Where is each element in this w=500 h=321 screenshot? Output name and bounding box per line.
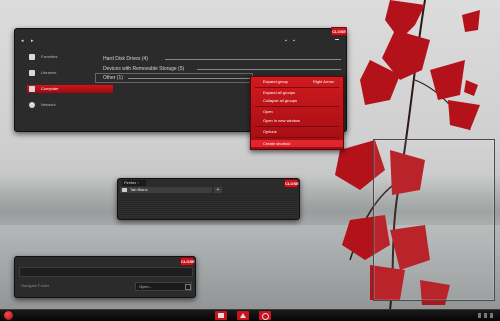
browser-tab[interactable]: Tab Blanc: [120, 187, 212, 193]
group-header-hard-disk-drives[interactable]: Hard Disk Drives (4): [103, 56, 148, 62]
dialog-address-bar[interactable]: [19, 267, 193, 277]
navigate-folder-label: Navigate Folder: [21, 283, 50, 288]
computer-icon: [29, 86, 35, 92]
menu-item-label: Collapse all groups: [263, 98, 298, 103]
group-divider: [165, 59, 341, 60]
taskbar-firefox-button[interactable]: [259, 311, 271, 320]
menu-item-label: Expand all groups: [263, 90, 296, 95]
group-focus-rectangle: [95, 73, 253, 83]
back-button[interactable]: ◂: [21, 38, 24, 44]
sidebar-item-network[interactable]: Network: [27, 101, 113, 109]
menu-item-expand-all-groups[interactable]: Expand all groups: [251, 89, 343, 96]
menu-item-label: Open in new window: [263, 118, 300, 123]
sidebar-item-label: Computer: [41, 86, 59, 91]
file-dialog-window: CLOSE Navigate Folder Open...: [14, 256, 196, 298]
folder-icon: [218, 313, 224, 318]
star-icon: [29, 54, 35, 60]
browser-tab-label: Tab Blanc: [130, 187, 148, 192]
tray-icon: [478, 313, 481, 318]
menu-item-expand-group[interactable]: Expand group Right Arrow: [251, 78, 343, 85]
transparent-gadget-frame: [373, 139, 495, 301]
taskbar-app-button[interactable]: [237, 311, 249, 320]
explorer-close-button[interactable]: CLOSE: [331, 27, 347, 36]
view-options-button[interactable]: ▪: [285, 38, 287, 44]
tray-icon: [490, 313, 493, 318]
sidebar-item-label: Favorites: [41, 54, 58, 59]
library-icon: [29, 70, 35, 76]
menu-separator: [255, 106, 339, 107]
chevron-down-icon: ▾: [137, 180, 140, 185]
page-icon: [122, 188, 127, 192]
menu-item-create-shortcut[interactable]: Create shortcut: [251, 140, 343, 147]
sidebar-item-favorites[interactable]: Favorites: [27, 53, 113, 61]
firefox-menu-label: Firefox: [124, 180, 137, 185]
forward-button[interactable]: ▸: [31, 38, 34, 44]
menu-item-label: Expand group: [263, 79, 288, 84]
menu-item-collapse-all-groups[interactable]: Collapse all groups: [251, 97, 343, 104]
open-dropdown[interactable]: Open...: [135, 282, 192, 291]
network-icon: [29, 102, 35, 108]
new-tab-button[interactable]: +: [214, 187, 222, 193]
navigation-pane: Favorites Libraries Computer Network: [23, 47, 113, 147]
system-tray[interactable]: [478, 313, 494, 318]
group-divider: [197, 69, 341, 70]
search-icon: [185, 284, 191, 290]
view-dropdown-button[interactable]: ▪: [293, 38, 295, 44]
menu-separator: [255, 126, 339, 127]
menu-separator: [255, 87, 339, 88]
menu-item-options[interactable]: Options: [251, 128, 343, 135]
app-icon: [240, 313, 246, 318]
sidebar-item-label: Network: [41, 102, 56, 107]
browser-close-button[interactable]: CLOSE: [284, 179, 299, 188]
menu-item-label: Open: [263, 109, 273, 114]
menu-item-label: Options: [263, 129, 277, 134]
taskbar: [0, 309, 500, 321]
sidebar-item-label: Libraries: [41, 70, 57, 75]
sidebar-item-computer[interactable]: Computer: [27, 85, 113, 93]
open-dropdown-label: Open...: [139, 284, 153, 289]
dialog-close-button[interactable]: CLOSE: [180, 257, 195, 266]
help-icon[interactable]: [335, 39, 339, 40]
context-menu: Expand group Right Arrow Expand all grou…: [250, 76, 344, 150]
browser-content-area[interactable]: [120, 194, 297, 216]
browser-window: Firefox ▾ CLOSE Tab Blanc +: [117, 178, 300, 220]
menu-item-open-new-window[interactable]: Open in new window: [251, 117, 343, 124]
menu-item-shortcut: Right Arrow: [313, 79, 334, 84]
group-header-removable-storage[interactable]: Devices with Removable Storage (5): [103, 66, 184, 72]
taskbar-explorer-button[interactable]: [215, 311, 227, 320]
firefox-icon: [262, 313, 269, 320]
menu-item-label: Create shortcut: [263, 141, 291, 146]
tray-icon: [484, 313, 487, 318]
menu-item-open[interactable]: Open: [251, 108, 343, 115]
firefox-menu-button[interactable]: Firefox ▾: [122, 180, 146, 186]
start-button[interactable]: [4, 311, 13, 320]
menu-separator: [255, 137, 339, 138]
